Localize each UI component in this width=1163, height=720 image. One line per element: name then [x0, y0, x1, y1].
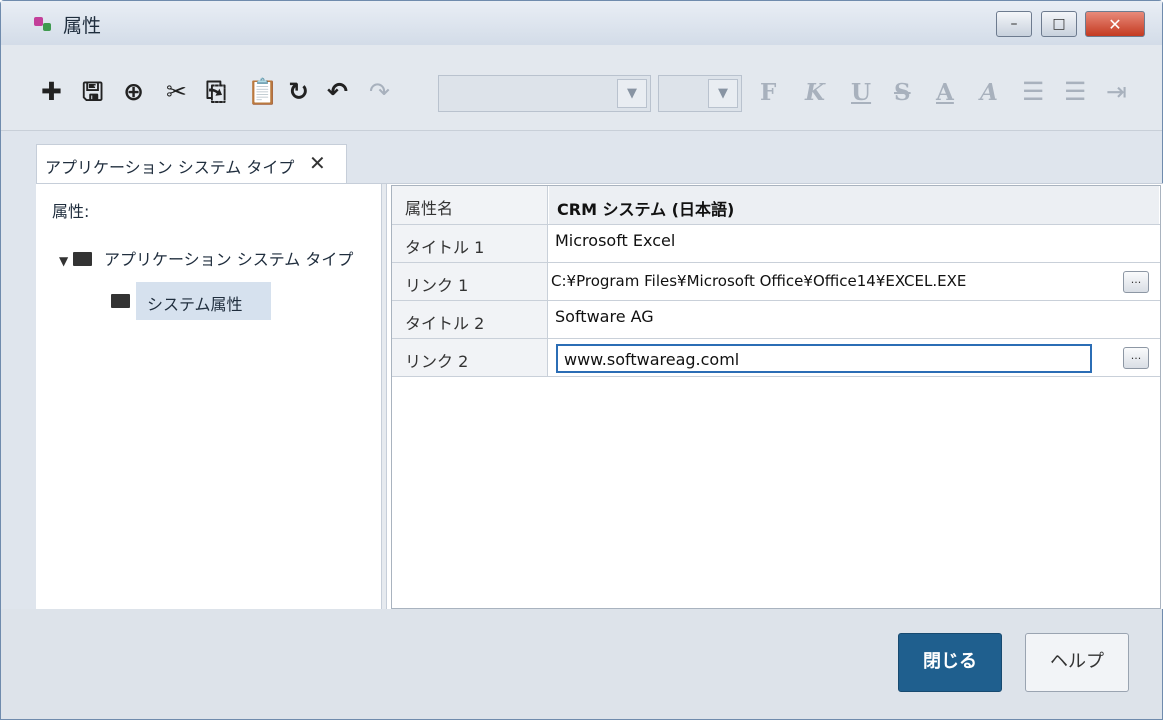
- column-header-name: 属性名: [392, 186, 548, 224]
- grid-row[interactable]: リンク 1 C:¥Program Files¥Microsoft Office¥…: [392, 263, 1160, 301]
- redo-icon: ↷: [369, 77, 390, 106]
- folder-icon: [111, 294, 130, 308]
- tab-application-system-type[interactable]: アプリケーション システム タイプ ✕: [36, 144, 347, 183]
- browse-button[interactable]: ...: [1123, 271, 1149, 293]
- maximize-button[interactable]: □: [1041, 11, 1077, 37]
- browse-button[interactable]: ...: [1123, 347, 1149, 369]
- chevron-down-icon[interactable]: ▼: [617, 79, 647, 108]
- row-name: リンク 1: [392, 263, 548, 300]
- indent-icon: ⇥: [1106, 77, 1127, 106]
- row-value[interactable]: www.softwareag.coml ...: [549, 339, 1159, 376]
- help-button[interactable]: ヘルプ: [1025, 633, 1129, 692]
- tree-item-label: システム属性: [136, 282, 271, 320]
- expand-arrow-icon[interactable]: ▼: [59, 254, 73, 268]
- panel-splitter[interactable]: [381, 184, 387, 610]
- folder-icon: [73, 252, 92, 266]
- properties-window: 属性 – □ ✕ ✚ 🖫 ⊕ ✂ ⎘ 📋 ↻ ↶ ↷ ▼ ▼ F K U S A…: [0, 0, 1163, 720]
- close-button[interactable]: 閉じる: [898, 633, 1002, 692]
- font-size-combo[interactable]: ▼: [658, 75, 742, 112]
- add-copy-icon[interactable]: ⊕: [123, 79, 144, 105]
- undo-icon[interactable]: ↶: [327, 79, 348, 105]
- toolbar: ✚ 🖫 ⊕ ✂ ⎘ 📋 ↻ ↶ ↷ ▼ ▼ F K U S A A ☰ ☰ ⇥: [1, 45, 1162, 131]
- window-title: 属性: [63, 15, 102, 37]
- close-window-button[interactable]: ✕: [1085, 11, 1145, 37]
- font-color-button: A: [936, 79, 954, 106]
- row-value[interactable]: Microsoft Excel: [549, 225, 1159, 262]
- row-name: タイトル 1: [392, 225, 548, 262]
- grid-row[interactable]: タイトル 1 Microsoft Excel: [392, 225, 1160, 263]
- tab-strip: アプリケーション システム タイプ ✕: [11, 131, 1154, 183]
- numbered-list-icon: ☰: [1022, 77, 1045, 106]
- attributes-label: 属性:: [52, 202, 90, 221]
- save-icon[interactable]: 🖫: [82, 79, 103, 105]
- tree-item-system-attributes[interactable]: システム属性: [111, 282, 271, 320]
- paste-icon[interactable]: 📋: [247, 79, 278, 105]
- font-family-combo[interactable]: ▼: [438, 75, 651, 112]
- minimize-button[interactable]: –: [996, 11, 1032, 37]
- underline-button: U: [851, 79, 872, 106]
- tab-label: アプリケーション システム タイプ: [45, 158, 295, 177]
- italic-button: K: [805, 79, 825, 106]
- tab-content: 属性: ▼ アプリケーション システム タイプ システム属性 属性名 CRM シス…: [36, 183, 1163, 610]
- column-header-value: CRM システム (日本語): [549, 186, 1159, 224]
- tree-item-label: アプリケーション システム タイプ: [104, 250, 354, 269]
- highlight-button: A: [980, 79, 998, 106]
- tree-item-application-system-type[interactable]: ▼ アプリケーション システム タイプ: [59, 246, 353, 270]
- strikethrough-button: S: [894, 79, 911, 106]
- dialog-footer: 閉じる ヘルプ: [1, 609, 1162, 719]
- title-bar[interactable]: 属性 – □ ✕: [1, 1, 1162, 45]
- refresh-icon[interactable]: ↻: [288, 79, 309, 105]
- row-name: タイトル 2: [392, 301, 548, 338]
- grid-row[interactable]: タイトル 2 Software AG: [392, 301, 1160, 339]
- row-name: リンク 2: [392, 339, 548, 376]
- bullet-list-icon: ☰: [1064, 77, 1087, 106]
- close-icon[interactable]: ✕: [309, 151, 326, 175]
- link-2-input[interactable]: www.softwareag.coml: [556, 344, 1092, 373]
- row-value[interactable]: C:¥Program Files¥Microsoft Office¥Office…: [549, 263, 1159, 300]
- app-icon: [34, 17, 52, 31]
- row-value[interactable]: Software AG: [549, 301, 1159, 338]
- grid-row[interactable]: リンク 2 www.softwareag.coml ...: [392, 339, 1160, 377]
- attribute-grid: 属性名 CRM システム (日本語) タイトル 1 Microsoft Exce…: [391, 185, 1161, 609]
- cut-icon[interactable]: ✂: [166, 79, 187, 105]
- link-path-text: C:¥Program Files¥Microsoft Office¥Office…: [551, 272, 967, 290]
- add-icon[interactable]: ✚: [41, 79, 62, 105]
- chevron-down-icon[interactable]: ▼: [708, 79, 738, 108]
- copy-icon[interactable]: ⎘: [206, 79, 226, 105]
- grid-header-row: 属性名 CRM システム (日本語): [392, 186, 1160, 225]
- bold-button: F: [760, 79, 777, 106]
